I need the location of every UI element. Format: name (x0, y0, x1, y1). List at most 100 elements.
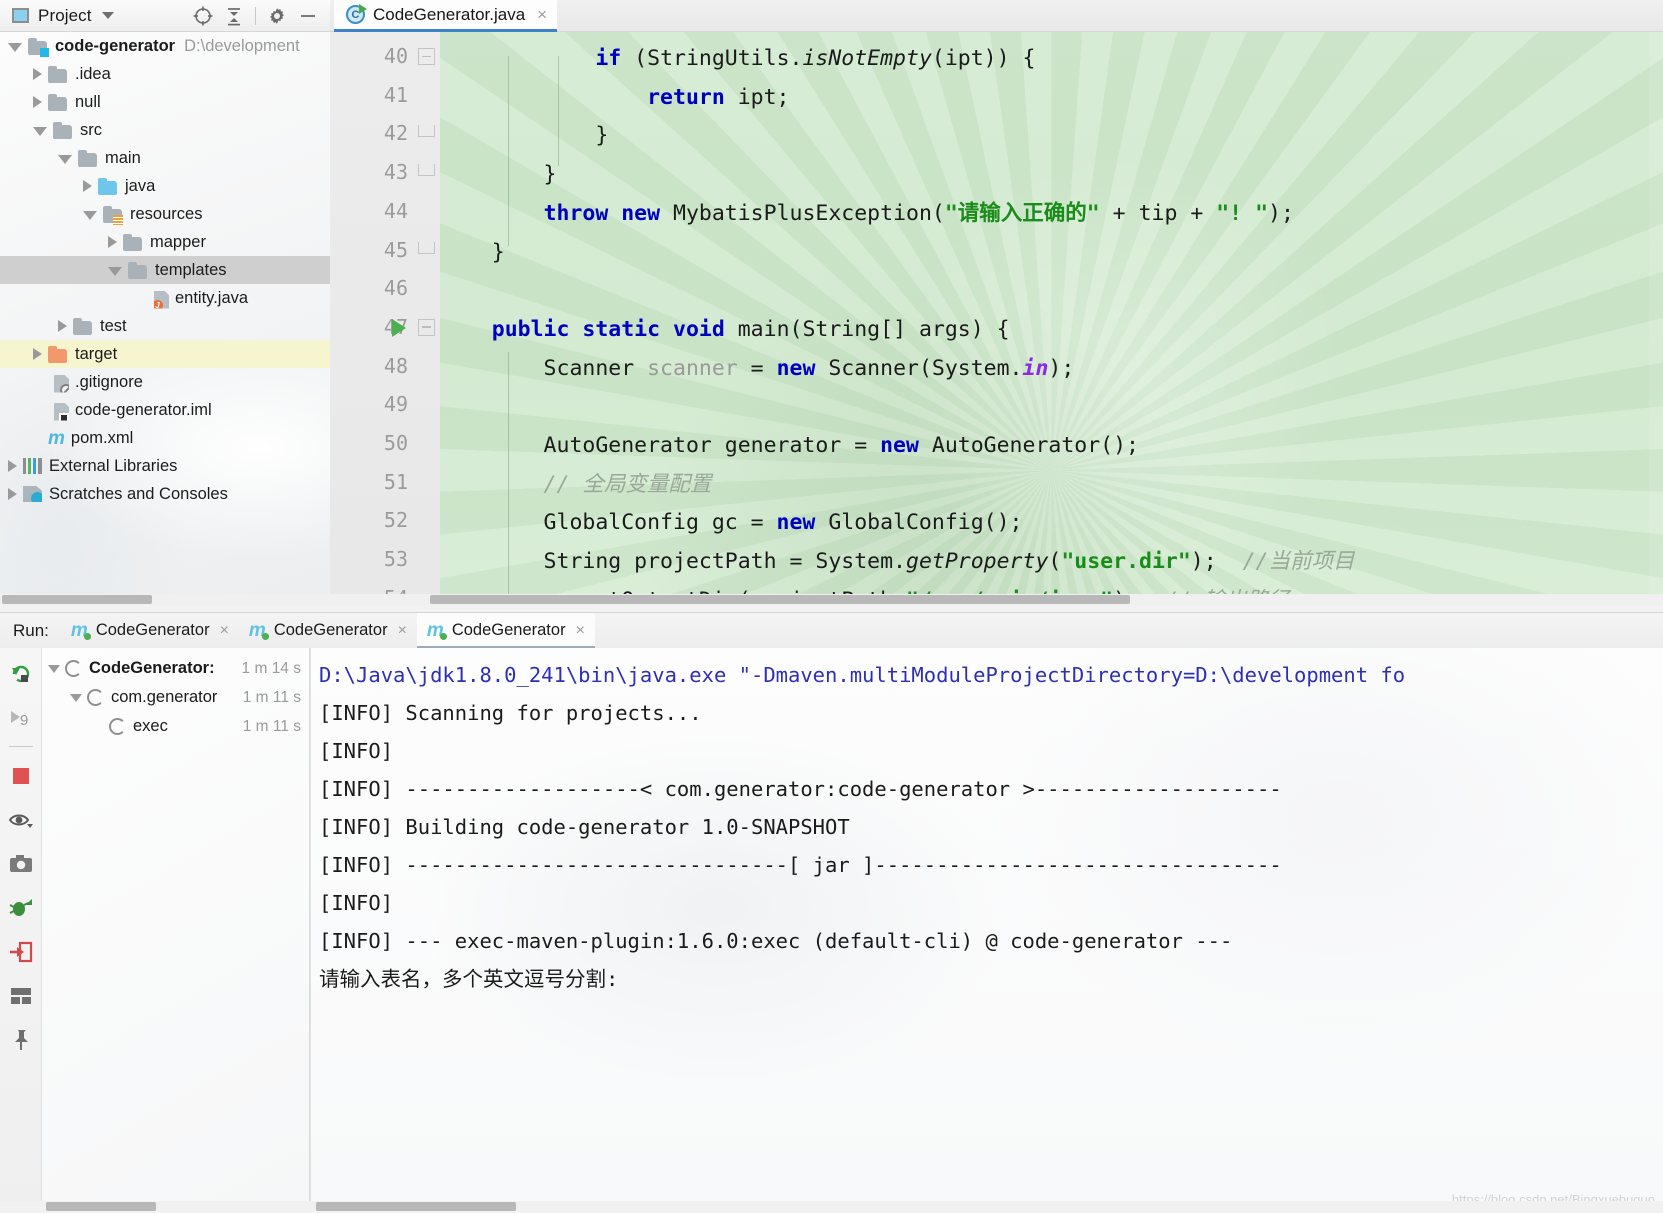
code-token: public static void (491, 316, 738, 342)
project-tree-item-templates[interactable]: templates (0, 256, 330, 284)
close-icon[interactable]: × (576, 622, 585, 640)
code-editor[interactable]: 404142434445464748495051525354 if (Strin… (330, 32, 1663, 594)
folder-icon (78, 149, 98, 167)
project-tree-item-src[interactable]: src (0, 116, 330, 144)
editor-code-line: throw new MybatisPlusException("请输入正确的" … (440, 195, 1294, 234)
chevron-collapsed-icon[interactable] (33, 348, 42, 360)
run-tree-item-duration: 1 m 14 s (241, 659, 301, 677)
toolbar-divider (255, 6, 256, 25)
code-token: Scanner (440, 355, 648, 381)
run-tree-item[interactable]: CodeGenerator: 1 m 14 s (42, 654, 309, 683)
code-token: "! " (1216, 200, 1269, 226)
chevron-collapsed-icon[interactable] (58, 320, 67, 332)
run-tree-item[interactable]: exec 1 m 11 s (42, 712, 309, 741)
project-tree-item-resources[interactable]: resources (0, 200, 330, 228)
editor-tab-codegenerator[interactable]: C CodeGenerator.java × (334, 0, 558, 32)
chevron-expanded-icon[interactable] (108, 267, 122, 276)
project-tree-item-test[interactable]: test (0, 312, 330, 340)
project-panel-title[interactable]: Project (38, 6, 92, 26)
project-tree-item-label: src (80, 120, 102, 139)
project-tree-item-null[interactable]: null (0, 88, 330, 116)
project-tree-item-scratches-and-consoles[interactable]: Scratches and Consoles (0, 480, 330, 508)
run-tool-window: 9 CodeGenerator: 1 m 14 s com.generator … (0, 648, 1663, 1213)
code-fold-marker[interactable] (418, 48, 435, 65)
run-tab-1[interactable]: m CodeGenerator × (61, 613, 239, 649)
project-tree-item-target[interactable]: target (0, 340, 330, 368)
close-icon[interactable]: × (220, 622, 229, 640)
code-fold-marker[interactable] (418, 318, 435, 336)
editor-line-number: 49 (383, 392, 408, 417)
console-hscroll-track[interactable] (0, 1201, 1663, 1213)
toggle-tasks-icon[interactable] (6, 805, 36, 835)
chevron-collapsed-icon[interactable] (108, 236, 117, 248)
chevron-expanded-icon[interactable] (83, 211, 97, 220)
stop-icon[interactable] (6, 761, 36, 791)
project-tree-item-label: .idea (75, 64, 111, 83)
runtree-hscroll-thumb[interactable] (46, 1202, 156, 1211)
editor-scrollbar[interactable] (1649, 32, 1663, 594)
chevron-expanded-icon[interactable] (33, 127, 47, 136)
rerun-icon[interactable] (6, 658, 36, 688)
editor-hscroll-thumb[interactable] (430, 595, 1130, 604)
run-gutter-icon[interactable] (392, 318, 406, 337)
project-tree-item-label: java (125, 176, 156, 195)
editor-line-number: 42 (383, 121, 408, 146)
project-tree[interactable]: code-generator D:\development .idea null src… (0, 32, 330, 594)
project-tree-item-label: code-generator (55, 36, 176, 55)
run-task-tree[interactable]: CodeGenerator: 1 m 14 s com.generator 1 m 1… (42, 648, 310, 1213)
chevron-expanded-icon[interactable] (8, 43, 22, 52)
console-output[interactable]: D:\Java\jdk1.8.0_241\bin\java.exe "-Dmav… (310, 648, 1663, 1213)
layout-icon[interactable] (6, 981, 36, 1011)
project-hscroll-thumb[interactable] (2, 595, 152, 604)
locate-icon[interactable] (189, 3, 217, 29)
code-token: new (880, 433, 932, 458)
gear-icon[interactable] (263, 3, 291, 29)
console-line: [INFO] Scanning for projects... (319, 701, 702, 725)
code-fold-marker[interactable] (418, 125, 435, 138)
chevron-collapsed-icon[interactable] (83, 180, 92, 192)
project-tree-item-pom-xml[interactable]: m pom.xml (0, 424, 330, 452)
run-tree-item[interactable]: com.generator 1 m 11 s (42, 683, 309, 712)
collapse-all-icon[interactable] (220, 3, 248, 29)
rerun-failed-icon[interactable]: 9 (6, 702, 36, 732)
project-tree-item-idea[interactable]: .idea (0, 60, 330, 88)
project-tree-item-mapper[interactable]: mapper (0, 228, 330, 256)
chevron-collapsed-icon[interactable] (8, 488, 17, 500)
pin-icon[interactable] (6, 1025, 36, 1055)
project-tree-item-external-libraries[interactable]: External Libraries (0, 452, 330, 480)
project-tree-item-java[interactable]: java (0, 172, 330, 200)
chevron-expanded-icon[interactable] (48, 664, 60, 673)
chevron-expanded-icon[interactable] (70, 693, 82, 702)
folder-source-icon (98, 177, 118, 195)
project-tree-item-entity-java[interactable]: Jentity.java (0, 284, 330, 312)
project-hscroll-track[interactable] (0, 594, 330, 605)
code-token: + tip + (1099, 200, 1217, 226)
export-icon[interactable] (6, 937, 36, 967)
project-tree-item-code-generator-iml[interactable]: code-generator.iml (0, 396, 330, 424)
editor-code-area[interactable]: if (StringUtils.isNotEmpty(ipt)) { retur… (440, 32, 1663, 594)
chevron-collapsed-icon[interactable] (33, 68, 42, 80)
close-icon[interactable]: × (398, 622, 407, 640)
screenshot-icon[interactable] (6, 849, 36, 879)
editor-hscroll-track[interactable] (330, 594, 1663, 605)
project-tree-item-code-generator[interactable]: code-generator D:\development (0, 32, 330, 60)
run-tab-3[interactable]: m CodeGenerator × (416, 612, 595, 649)
project-tree-item-gitignore[interactable]: .gitignore (0, 368, 330, 396)
chevron-expanded-icon[interactable] (58, 155, 72, 164)
run-tab-2[interactable]: m CodeGenerator × (239, 613, 417, 649)
chevron-collapsed-icon[interactable] (33, 96, 42, 108)
editor-code-line: } (440, 117, 608, 156)
console-hscroll-thumb[interactable] (316, 1202, 516, 1211)
code-fold-marker[interactable] (418, 164, 435, 177)
chevron-down-icon[interactable] (101, 12, 114, 19)
close-icon[interactable]: × (537, 5, 547, 25)
chevron-collapsed-icon[interactable] (8, 460, 17, 472)
editor-tab-bar: C CodeGenerator.java × (330, 0, 1663, 32)
debug-icon[interactable] (6, 893, 36, 923)
code-fold-marker[interactable] (418, 241, 435, 254)
project-tree-item-main[interactable]: main (0, 144, 330, 172)
hide-icon[interactable] (294, 3, 322, 29)
